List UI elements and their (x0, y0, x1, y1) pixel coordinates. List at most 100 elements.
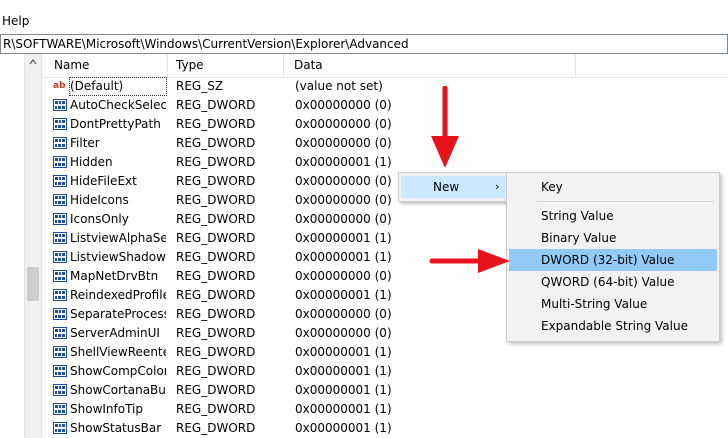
column-header-data[interactable]: Data (284, 54, 576, 77)
row-type: REG_DWORD (176, 231, 256, 245)
dword-value-icon (53, 213, 67, 225)
submenu-item-label: String Value (541, 209, 614, 223)
row-data: 0x00000000 (0) (295, 136, 392, 150)
submenu-arrow-icon: › (495, 180, 500, 193)
scrollbar-thumb[interactable] (27, 267, 39, 301)
row-name: ShowCompColor (70, 364, 166, 378)
address-bar[interactable]: R\SOFTWARE\Microsoft\Windows\CurrentVers… (0, 34, 728, 54)
row-name: HideIcons (70, 193, 129, 207)
row-type: REG_DWORD (176, 155, 256, 169)
dword-value-icon (53, 270, 67, 282)
row-type: REG_DWORD (176, 364, 256, 378)
dword-value-icon (53, 99, 67, 111)
submenu-item-label: Key (541, 180, 563, 194)
key-tree-pane[interactable] (0, 54, 24, 438)
dword-value-icon (53, 365, 67, 377)
row-name: IconsOnly (70, 212, 129, 226)
tree-scrollbar[interactable] (24, 54, 42, 438)
row-data: 0x00000001 (1) (295, 155, 392, 169)
table-row[interactable]: ShowStatusBar REG_DWORD 0x00000001 (1) (44, 419, 728, 438)
column-header-name[interactable]: Name (44, 54, 168, 77)
table-row[interactable]: Hidden REG_DWORD 0x00000001 (1) (44, 153, 728, 172)
red-right-arrow-icon (429, 249, 510, 273)
row-type: REG_DWORD (176, 212, 256, 226)
row-data: (value not set) (295, 79, 383, 93)
red-down-arrow-icon (431, 86, 459, 168)
dword-value-icon (53, 346, 67, 358)
row-type: REG_DWORD (176, 383, 256, 397)
table-row[interactable]: Filter REG_DWORD 0x00000000 (0) (44, 134, 728, 153)
submenu-item-label: QWORD (64-bit) Value (541, 275, 675, 289)
row-name: Hidden (70, 155, 113, 169)
row-type: REG_DWORD (176, 288, 256, 302)
row-name: ReindexedProfile (70, 288, 166, 302)
submenu-item[interactable]: DWORD (32-bit) Value (509, 249, 717, 271)
row-name: SeparateProcess (70, 307, 166, 321)
row-data: 0x00000001 (1) (295, 345, 392, 359)
row-data: 0x00000001 (1) (295, 402, 392, 416)
row-data: 0x00000000 (0) (295, 212, 392, 226)
row-data: 0x00000000 (0) (295, 117, 392, 131)
row-name: DontPrettyPath (70, 117, 161, 131)
row-type: REG_DWORD (176, 136, 256, 150)
dword-value-icon (53, 327, 67, 339)
scroll-up-arrow-icon[interactable] (29, 58, 37, 66)
row-data: 0x00000001 (1) (295, 231, 392, 245)
context-menu: New › (398, 172, 510, 202)
table-row[interactable]: ShellViewReente... REG_DWORD 0x00000001 (1… (44, 343, 728, 362)
row-data: 0x00000000 (0) (295, 307, 392, 321)
row-name: ListviewAlphaSe... (70, 231, 166, 245)
row-data: 0x00000000 (0) (295, 326, 392, 340)
row-data: 0x00000001 (1) (295, 421, 392, 435)
table-row[interactable]: ShowCompColor REG_DWORD 0x00000001 (1) (44, 362, 728, 381)
row-name: ShowCortanaBu... (70, 383, 166, 397)
submenu-item[interactable]: QWORD (64-bit) Value (509, 271, 717, 293)
table-row[interactable]: ShowInfoTip REG_DWORD 0x00000001 (1) (44, 400, 728, 419)
menu-item-new[interactable]: New › (401, 176, 505, 198)
dword-value-icon (53, 175, 67, 187)
row-type: REG_DWORD (176, 326, 256, 340)
table-row[interactable]: AutoCheckSelect REG_DWORD 0x00000000 (0) (44, 96, 728, 115)
menu-bar: Help (0, 0, 728, 34)
table-row[interactable]: DontPrettyPath REG_DWORD 0x00000000 (0) (44, 115, 728, 134)
submenu-item[interactable]: Expandable String Value (509, 315, 717, 337)
dword-value-icon (53, 251, 67, 263)
dword-value-icon (53, 384, 67, 396)
row-name: ListviewShadow (70, 250, 166, 264)
row-data: 0x00000001 (1) (295, 364, 392, 378)
dword-value-icon (53, 289, 67, 301)
menu-separator (537, 201, 715, 202)
menu-item-new-label: New (433, 180, 460, 194)
table-row[interactable]: ab (Default) REG_SZ (value not set) (44, 77, 728, 96)
row-name: HideFileExt (70, 174, 137, 188)
submenu-item[interactable]: Binary Value (509, 227, 717, 249)
row-type: REG_DWORD (176, 402, 256, 416)
submenu-item[interactable]: Key (509, 176, 717, 198)
row-name: ShowStatusBar (70, 421, 162, 435)
dword-value-icon (53, 194, 67, 206)
submenu-item[interactable]: Multi-String Value (509, 293, 717, 315)
row-type: REG_DWORD (176, 421, 256, 435)
dword-value-icon (53, 137, 67, 149)
row-type: REG_DWORD (176, 345, 256, 359)
column-header-type[interactable]: Type (168, 54, 284, 77)
submenu-item-label: DWORD (32-bit) Value (541, 253, 675, 267)
row-type: REG_DWORD (176, 117, 256, 131)
row-name: ShowInfoTip (70, 402, 144, 416)
new-submenu: Key String Value Binary Value DWORD (32-bit… (506, 172, 720, 342)
address-path: R\SOFTWARE\Microsoft\Windows\CurrentVers… (3, 37, 409, 51)
table-row[interactable]: ShowCortanaBu... REG_DWORD 0x00000001 (1) (44, 381, 728, 400)
row-data: 0x00000001 (1) (295, 383, 392, 397)
dword-value-icon (53, 118, 67, 130)
dword-value-icon (53, 422, 67, 434)
row-data: 0x00000000 (0) (295, 193, 392, 207)
submenu-item-label: Expandable String Value (541, 319, 688, 333)
row-data: 0x00000001 (1) (295, 250, 392, 264)
row-type: REG_SZ (176, 79, 224, 93)
row-type: REG_DWORD (176, 174, 256, 188)
submenu-item-label: Binary Value (541, 231, 617, 245)
menu-help[interactable]: Help (2, 13, 29, 29)
submenu-item[interactable]: String Value (509, 205, 717, 227)
row-data: 0x00000000 (0) (295, 174, 392, 188)
row-type: REG_DWORD (176, 269, 256, 283)
